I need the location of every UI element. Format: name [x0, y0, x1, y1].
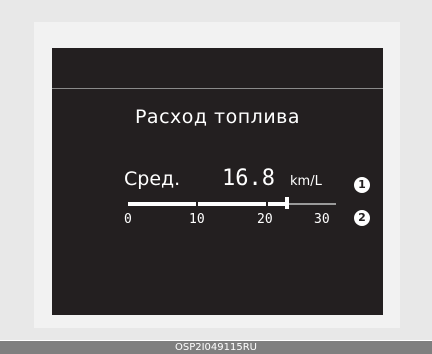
fuel-economy-gauge	[128, 197, 336, 209]
average-label: Сред.	[124, 168, 181, 190]
gauge-tick	[196, 200, 199, 208]
unit-label: km/L	[290, 174, 322, 189]
gauge-marker	[285, 197, 290, 209]
screen-divider	[52, 88, 383, 89]
scale-label-30: 30	[314, 212, 330, 227]
average-value: 16.8	[222, 166, 275, 191]
gauge-fill	[128, 202, 288, 206]
gauge-tick	[265, 200, 268, 208]
fuel-consumption-title: Расход топлива	[134, 106, 301, 128]
image-code-label: OSP2I049115RU	[0, 341, 432, 354]
scale-label-0: 0	[124, 212, 132, 227]
scale-label-20: 20	[257, 212, 273, 227]
callout-2-icon: 2	[354, 210, 370, 226]
callout-1-icon: 1	[354, 177, 370, 193]
scale-label-10: 10	[189, 212, 205, 227]
display-frame: Расход топлива Сред. 16.8 km/L 0 10 20 3…	[0, 0, 432, 340]
cluster-screen: Расход топлива Сред. 16.8 km/L 0 10 20 3…	[52, 48, 383, 315]
